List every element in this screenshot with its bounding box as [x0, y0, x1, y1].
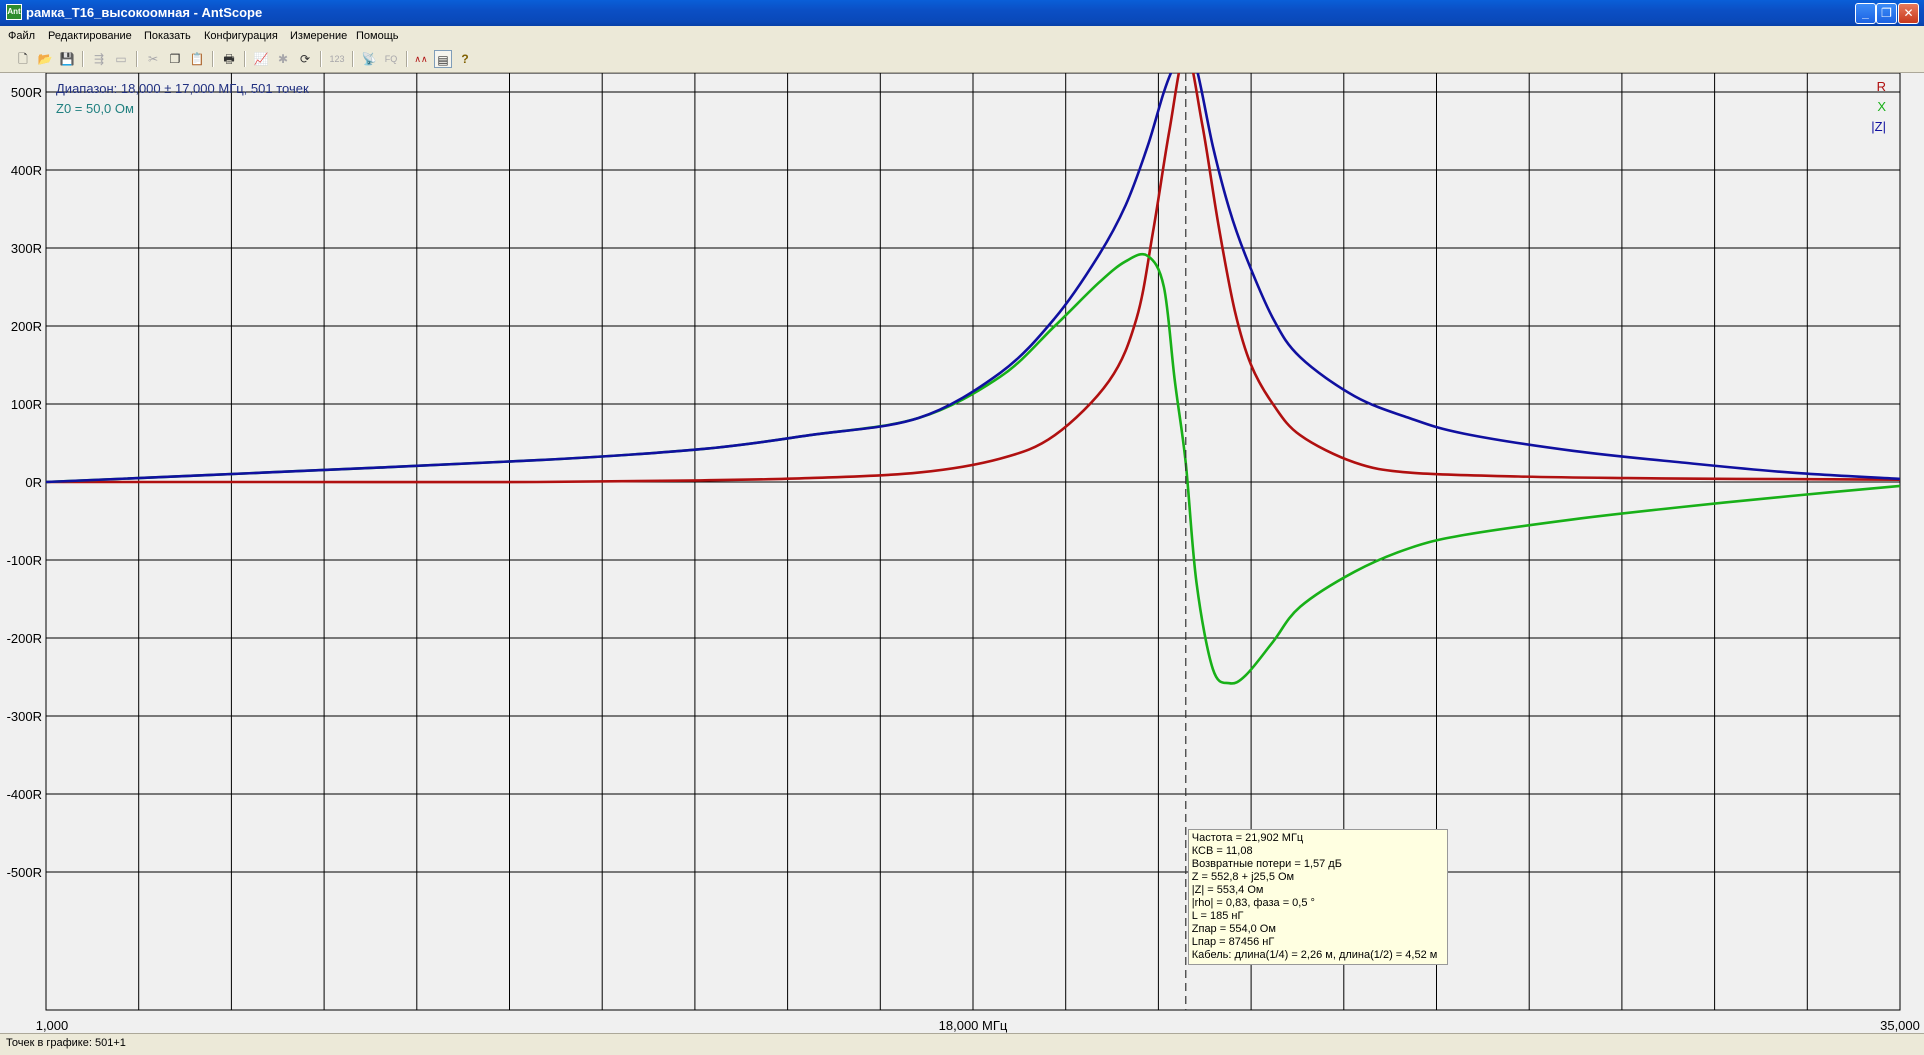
table-button[interactable]: ▤ — [434, 50, 452, 68]
y-tick-label: -200R — [7, 631, 42, 646]
impedance-graph[interactable]: 500R 400R 300R 200R 100R 0R -100R -200R -300R -40… — [0, 73, 1924, 1033]
range-label: Диапазон: 18,000 ± 17,000 МГц, 501 точек — [56, 81, 309, 96]
marker-info-line: Возвратные потери = 1,57 дБ — [1191, 858, 1342, 870]
z0-label: Z0 = 50,0 Ом — [56, 101, 134, 116]
cut-button[interactable]: ✂ — [144, 50, 162, 68]
export-button[interactable]: ▭ — [112, 50, 130, 68]
y-tick-label: 400R — [11, 163, 42, 178]
print-button[interactable]: 🖶 — [220, 50, 238, 68]
minimize-button[interactable]: _ — [1855, 3, 1876, 24]
number-button[interactable]: 123 — [328, 50, 346, 68]
points-count-label: Точек в графике: 501+1 — [6, 1037, 126, 1049]
new-file-icon: 🗋 — [18, 52, 28, 66]
menu-measurement[interactable]: Измерение — [290, 30, 347, 42]
close-icon: ✕ — [1903, 6, 1914, 20]
toolbar-separator — [82, 51, 84, 67]
help-icon: ? — [461, 52, 469, 66]
menu-file[interactable]: Файл — [8, 30, 35, 42]
toolbar-separator — [320, 51, 322, 67]
marker-icon: ✱ — [277, 52, 289, 66]
save-button[interactable]: 💾 — [58, 50, 76, 68]
y-tick-label: -500R — [7, 865, 42, 880]
export-icon: ▭ — [115, 52, 127, 66]
marker-info-line: Кабель: длина(1/4) = 2,26 м, длина(1/2) … — [1191, 949, 1438, 961]
marker-info-tooltip: Частота = 21,902 МГц КСВ = 11,08 Возвратны… — [1187, 829, 1448, 965]
y-tick-label: -100R — [7, 553, 42, 568]
menu-view[interactable]: Показать — [144, 30, 191, 42]
refresh-button[interactable]: ⟳ — [296, 50, 314, 68]
maximize-button[interactable]: ❐ — [1876, 3, 1897, 24]
marker-info-line: КСВ = 11,08 — [1191, 845, 1253, 857]
antenna-button[interactable]: 📡 — [360, 50, 378, 68]
menu-edit[interactable]: Редактирование — [48, 30, 132, 42]
chart-icon: 📈 — [253, 52, 269, 66]
x-tick-label: 18,000 МГц — [939, 1018, 1008, 1033]
save-icon: 💾 — [59, 52, 75, 66]
marker-info-line: Lпар = 87456 нГ — [1191, 936, 1275, 948]
minimize-icon: _ — [1862, 6, 1869, 20]
y-tick-label: 100R — [11, 397, 42, 412]
paste-button[interactable]: 📋 — [188, 50, 206, 68]
waveform-icon: ∧∧ — [414, 54, 428, 64]
marker-button[interactable]: ✱ — [274, 50, 292, 68]
marker-info-line: Zпар = 554,0 Ом — [1191, 923, 1276, 935]
toolbar-separator — [212, 51, 214, 67]
import-button[interactable]: ⇶ — [90, 50, 108, 68]
impedance-chart[interactable]: 500R 400R 300R 200R 100R 0R -100R -200R -300R -40… — [0, 73, 1924, 1033]
toolbar-separator — [244, 51, 246, 67]
open-file-icon: 📂 — [37, 52, 53, 66]
number-icon: 123 — [329, 54, 345, 64]
y-tick-label: -300R — [7, 709, 42, 724]
fq-icon: FQ — [384, 54, 398, 64]
toolbar-separator — [406, 51, 408, 67]
x-tick-label: 1,000 — [36, 1018, 69, 1033]
marker-info-line: Z = 552,8 + j25,5 Ом — [1191, 871, 1295, 883]
cut-icon: ✂ — [147, 52, 159, 66]
copy-button[interactable]: ❐ — [166, 50, 184, 68]
legend-item: X — [1877, 99, 1886, 114]
marker-info-line: L = 185 нГ — [1191, 910, 1244, 922]
y-tick-label: 300R — [11, 241, 42, 256]
legend-item: R — [1877, 79, 1886, 94]
y-tick-label: 500R — [11, 85, 42, 100]
y-tick-label: -400R — [7, 787, 42, 802]
help-button[interactable]: ? — [456, 50, 474, 68]
waveform-button[interactable]: ∧∧ — [412, 50, 430, 68]
close-button[interactable]: ✕ — [1898, 3, 1919, 24]
menu-help[interactable]: Помощь — [356, 30, 399, 42]
toolbar-separator — [136, 51, 138, 67]
table-icon: ▤ — [437, 53, 449, 67]
y-tick-label: 0R — [25, 475, 42, 490]
y-axis-ticks: 500R 400R 300R 200R 100R 0R -100R -200R -300R -40… — [7, 85, 42, 880]
copy-icon: ❐ — [169, 52, 181, 66]
antenna-icon: 📡 — [361, 52, 377, 66]
legend-item: |Z| — [1871, 119, 1886, 134]
new-file-button[interactable]: 🗋 — [14, 50, 32, 68]
menu-configuration[interactable]: Конфигурация — [204, 30, 278, 42]
menu-bar: Файл Редактирование Показать Конфигураци… — [0, 26, 1924, 46]
status-bar: Точек в графике: 501+1 — [0, 1033, 1924, 1055]
import-icon: ⇶ — [93, 52, 105, 66]
toolbar-separator — [352, 51, 354, 67]
refresh-icon: ⟳ — [299, 52, 311, 66]
toolbar: 🗋 📂 💾 ⇶ ▭ ✂ ❐ 📋 🖶 📈 ✱ ⟳ 123 📡 FQ ∧∧ ▤ ? — [0, 46, 1924, 73]
antscope-app-icon[interactable]: Ant — [6, 4, 22, 20]
title-bar[interactable]: Ant рамка_Т16_высокоомная - AntScope _ ❐… — [0, 0, 1924, 26]
marker-info-line: |rho| = 0,83, фаза = 0,5 ° — [1191, 897, 1315, 909]
chart-grid — [45, 73, 1901, 1011]
x-axis-ticks: 1,000 18,000 МГц 35,000 — [36, 1018, 1920, 1033]
print-icon: 🖶 — [223, 52, 235, 66]
chart-button[interactable]: 📈 — [252, 50, 270, 68]
fq-button[interactable]: FQ — [382, 50, 400, 68]
window-title: рамка_Т16_высокоомная - AntScope — [26, 5, 263, 20]
marker-info-line: |Z| = 553,4 Ом — [1191, 884, 1264, 896]
y-tick-label: 200R — [11, 319, 42, 334]
open-file-button[interactable]: 📂 — [36, 50, 54, 68]
restore-icon: ❐ — [1881, 6, 1892, 20]
paste-icon: 📋 — [189, 52, 205, 66]
x-tick-label: 35,000 — [1880, 1018, 1920, 1033]
marker-info-line: Частота = 21,902 МГц — [1191, 832, 1304, 844]
